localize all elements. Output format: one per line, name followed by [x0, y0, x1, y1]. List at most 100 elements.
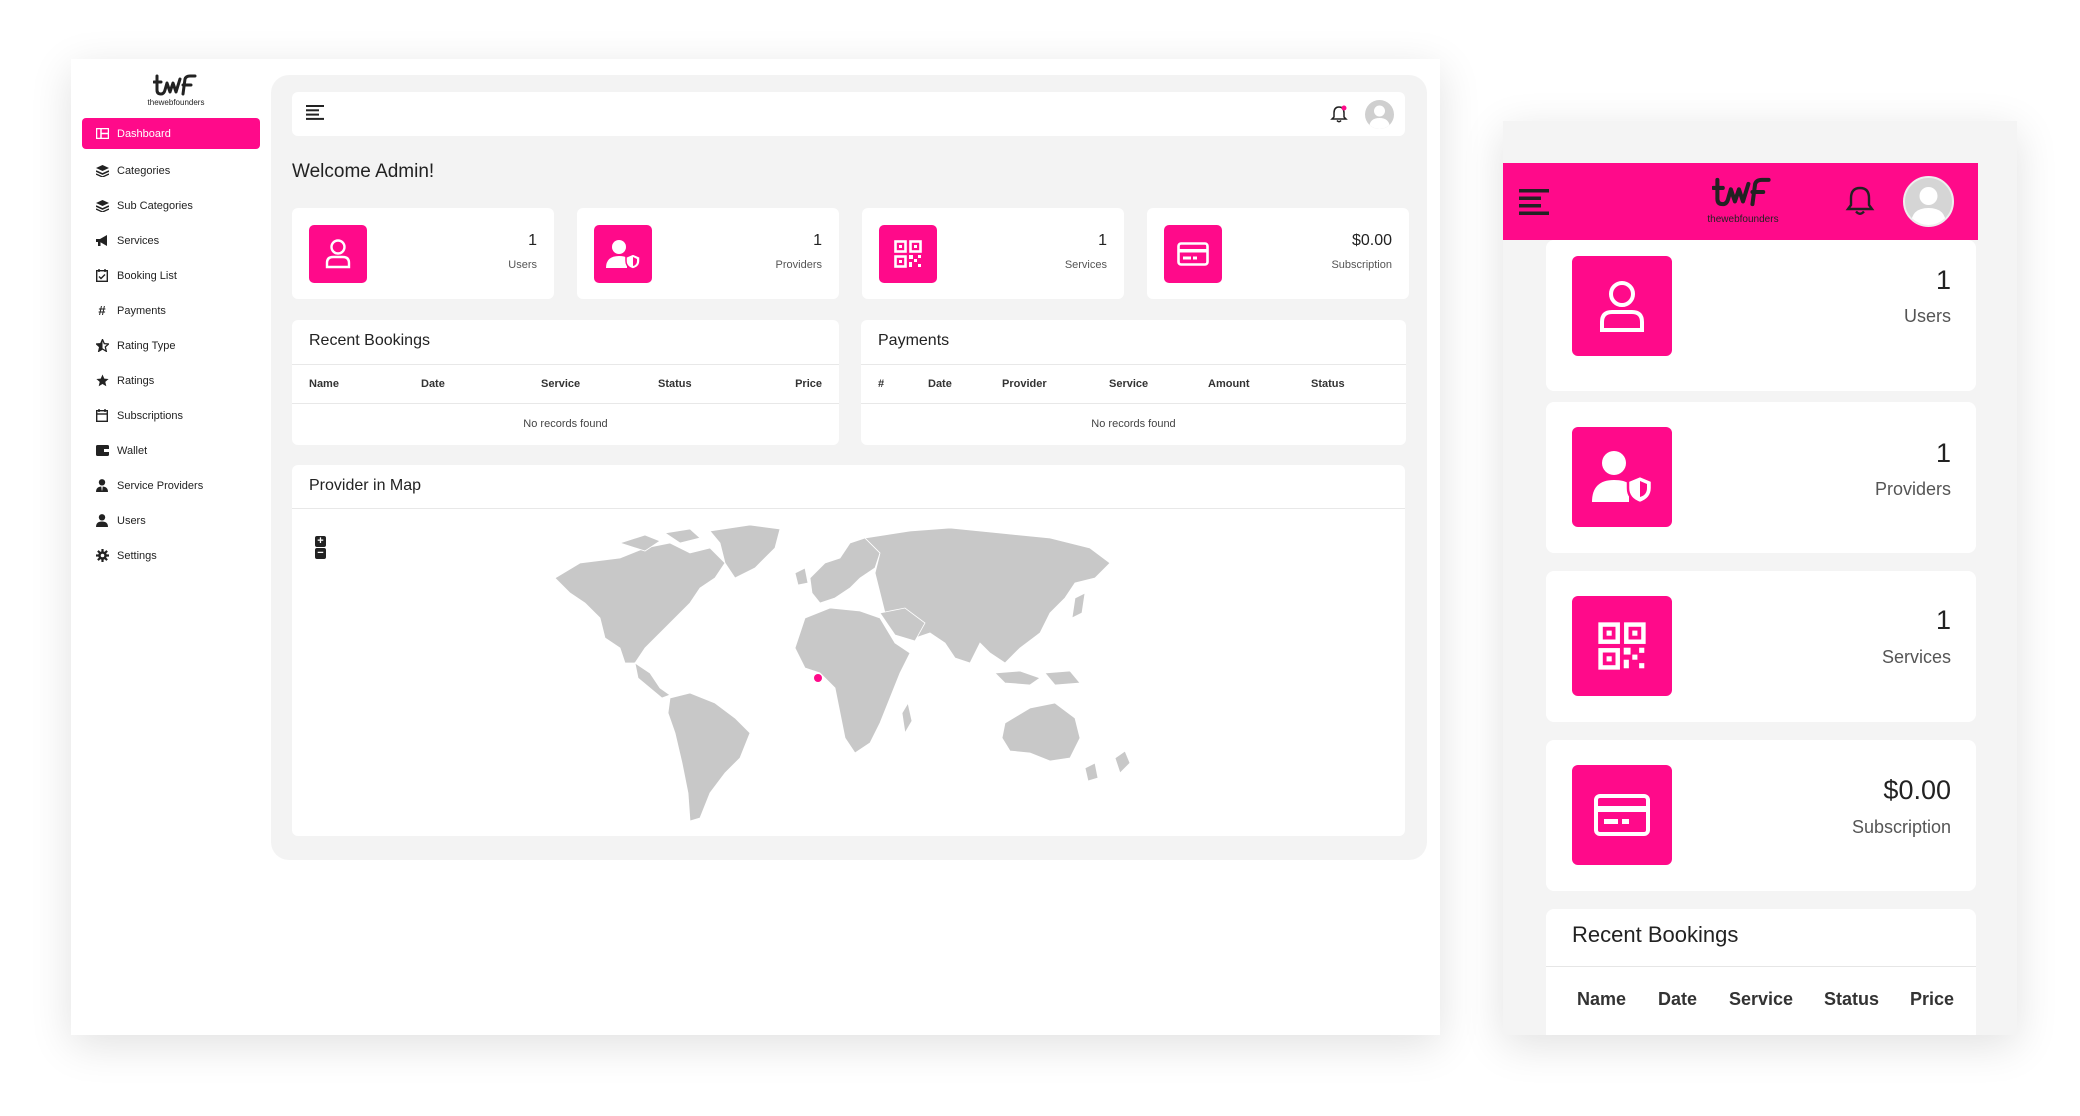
stat-label: Providers [775, 259, 822, 271]
star-icon [95, 374, 109, 388]
table-header-status[interactable]: Status [1824, 989, 1879, 1010]
mobile-stat-card-services[interactable]: 1 Services [1546, 571, 1976, 722]
table-header-name[interactable]: Name [309, 378, 339, 390]
stat-card-providers[interactable]: 1 Providers [577, 208, 839, 299]
table-header-price[interactable]: Price [1910, 989, 1954, 1010]
mobile-stat-card-users[interactable]: 1 Users [1546, 240, 1976, 391]
sidebar-item-wallet[interactable]: Wallet [82, 433, 260, 468]
mobile-stat-card-subscription[interactable]: $0.00 Subscription [1546, 740, 1976, 891]
megaphone-icon [95, 234, 109, 248]
table-header-service[interactable]: Service [541, 378, 580, 390]
sidebar-item-label: Sub Categories [117, 199, 193, 212]
sidebar-item-label: Booking List [117, 269, 177, 282]
logo-mark-icon [1711, 177, 1771, 207]
mobile-stat-card-providers[interactable]: 1 Providers [1546, 402, 1976, 553]
payments-card: Payments # Date Provider Service Amount … [861, 320, 1406, 445]
sidebar-item-ratings[interactable]: Ratings [82, 363, 260, 398]
table-header-name[interactable]: Name [1577, 989, 1626, 1010]
notification-bell-icon[interactable] [1845, 185, 1875, 222]
user-outline-icon [309, 225, 367, 283]
table-header-status[interactable]: Status [658, 378, 692, 390]
sidebar-item-dashboard[interactable]: Dashboard [82, 118, 260, 149]
hash-icon: # [98, 303, 106, 318]
calendar-icon [95, 409, 109, 423]
sidebar-item-label: Categories [117, 164, 171, 177]
table-header-date[interactable]: Date [928, 378, 952, 390]
sidebar-item-subscriptions[interactable]: Subscriptions [82, 398, 260, 433]
divider [861, 403, 1406, 404]
stat-label: Users [508, 259, 537, 271]
layers-icon [95, 199, 109, 213]
sidebar-item-label: Payments [117, 304, 166, 317]
mobile-window: thewebfounders 1 Users 1 Providers 1 Ser… [1503, 121, 2017, 1035]
notification-bell-icon[interactable] [1330, 105, 1348, 128]
sidebar-item-payments[interactable]: # Payments [82, 293, 260, 328]
sidebar-item-users[interactable]: Users [82, 503, 260, 538]
empty-state: No records found [523, 418, 608, 430]
table-header-price[interactable]: Price [795, 378, 822, 390]
table-header-date[interactable]: Date [1658, 989, 1697, 1010]
user-outline-icon [1572, 256, 1672, 356]
layers-icon [95, 164, 109, 178]
divider [292, 364, 839, 365]
stat-value: 1 [1098, 232, 1107, 249]
provider-marker[interactable] [814, 674, 822, 682]
sidebar-item-label: Users [117, 514, 146, 527]
main-content: Welcome Admin! 1 Users 1 Providers 1 Ser… [271, 75, 1427, 860]
gear-icon [95, 549, 109, 563]
table-header-date[interactable]: Date [421, 378, 445, 390]
sidebar-item-settings[interactable]: Settings [82, 538, 260, 573]
stat-label: Subscription [1331, 259, 1392, 271]
sidebar-item-label: Rating Type [117, 339, 176, 352]
avatar[interactable] [1903, 176, 1954, 227]
star-half-icon [95, 339, 109, 353]
user-icon [95, 514, 109, 528]
stat-label: Subscription [1851, 817, 1951, 837]
qr-code-icon [879, 225, 937, 283]
stat-value: $0.00 [1883, 775, 1951, 805]
card-title: Payments [878, 332, 950, 349]
sidebar-item-rating-type[interactable]: Rating Type [82, 328, 260, 363]
mobile-header: thewebfounders [1503, 163, 1978, 240]
menu-toggle-icon[interactable] [1519, 189, 1549, 220]
stat-card-subscription[interactable]: $0.00 Subscription [1147, 208, 1409, 299]
empty-state: No records found [1091, 418, 1176, 430]
table-header-service[interactable]: Service [1109, 378, 1148, 390]
user-shield-icon [1572, 427, 1672, 527]
credit-card-icon [1164, 225, 1222, 283]
recent-bookings-card: Recent Bookings Name Date Service Status… [292, 320, 839, 445]
sidebar-item-service-providers[interactable]: Service Providers [82, 468, 260, 503]
sidebar-item-categories[interactable]: Categories [82, 153, 260, 188]
table-header-status[interactable]: Status [1311, 378, 1345, 390]
sidebar-item-label: Settings [117, 549, 157, 562]
divider [292, 403, 839, 404]
world-map[interactable] [550, 523, 1150, 823]
table-header-amount[interactable]: Amount [1208, 378, 1250, 390]
wallet-icon [95, 444, 109, 458]
logo[interactable]: thewebfounders [131, 73, 221, 113]
table-header-service[interactable]: Service [1729, 989, 1793, 1010]
stat-card-services[interactable]: 1 Services [862, 208, 1124, 299]
stat-value: 1 [528, 232, 537, 249]
menu-toggle-icon[interactable] [306, 105, 324, 125]
mobile-recent-bookings-card: Recent Bookings Name Date Service Status… [1546, 909, 1976, 1035]
table-header-number[interactable]: # [878, 378, 884, 390]
sidebar-item-booking-list[interactable]: Booking List [82, 258, 260, 293]
stat-value: 1 [813, 232, 822, 249]
top-bar [292, 92, 1405, 136]
stat-card-users[interactable]: 1 Users [292, 208, 554, 299]
divider [292, 508, 1405, 509]
map-zoom-controls: + − [315, 536, 326, 560]
card-title: Provider in Map [309, 477, 422, 494]
avatar[interactable] [1365, 100, 1394, 129]
table-header-provider[interactable]: Provider [1002, 378, 1047, 390]
sidebar-item-label: Wallet [117, 444, 148, 457]
sidebar-item-sub-categories[interactable]: Sub Categories [82, 188, 260, 223]
page-title: Welcome Admin! [292, 161, 435, 182]
zoom-out-button[interactable]: − [315, 548, 326, 559]
sidebar-item-services[interactable]: Services [82, 223, 260, 258]
logo[interactable]: thewebfounders [1693, 175, 1793, 225]
zoom-in-button[interactable]: + [315, 536, 326, 547]
sidebar-item-label: Dashboard [117, 127, 171, 140]
divider [1546, 966, 1976, 967]
